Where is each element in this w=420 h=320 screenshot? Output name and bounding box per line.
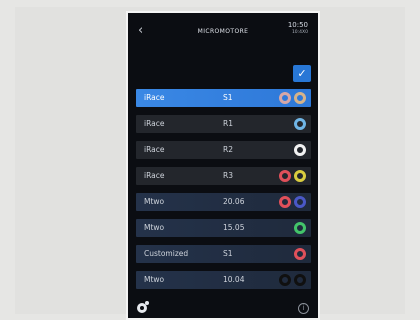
- ring-indicators: [279, 196, 306, 208]
- device-screen: ‹ MICROMOTORE 10:50 10:4X0 ✓ iRace S1 iRac…: [128, 13, 318, 318]
- list-item-value: R2: [223, 145, 233, 154]
- list-item-name: iRace: [144, 119, 165, 128]
- list-item-name: iRace: [144, 171, 165, 180]
- list-item[interactable]: iRace R1: [136, 115, 311, 133]
- list-item[interactable]: Mtwo 10.04: [136, 271, 311, 289]
- ring-icon: [294, 248, 306, 260]
- list-item-value: 10.04: [223, 275, 245, 284]
- list-item[interactable]: Mtwo 15.05: [136, 219, 311, 237]
- ring-indicators: [279, 170, 306, 182]
- list-item-name: Mtwo: [144, 275, 165, 284]
- list-item-name: Mtwo: [144, 223, 165, 232]
- ring-icon: [294, 118, 306, 130]
- list-item-value: R3: [223, 171, 233, 180]
- list-item-value: S1: [223, 93, 233, 102]
- ring-indicators: [279, 274, 306, 286]
- ring-indicators: [294, 222, 306, 234]
- list-item[interactable]: iRace R2: [136, 141, 311, 159]
- list-item[interactable]: Mtwo 20.06: [136, 193, 311, 211]
- ring-indicators: [294, 248, 306, 260]
- list-item-name: iRace: [144, 145, 165, 154]
- ring-indicators: [294, 118, 306, 130]
- header-bar: ‹ MICROMOTORE 10:50 10:4X0: [128, 13, 318, 51]
- ring-icon: [279, 170, 291, 182]
- ring-icon: [279, 274, 291, 286]
- ring-icon: [294, 222, 306, 234]
- list-item-name: Mtwo: [144, 197, 165, 206]
- list-item[interactable]: Customized S1: [136, 245, 311, 263]
- ring-icon: [279, 196, 291, 208]
- sequence-list: iRace S1 iRace R1 iRace R2 iRace R3 Mtwo 20.06 Mtw…: [136, 89, 311, 297]
- ring-icon: [294, 274, 306, 286]
- list-item-value: S1: [223, 249, 233, 258]
- gear-icon[interactable]: [137, 301, 149, 313]
- ring-indicators: [294, 144, 306, 156]
- confirm-button[interactable]: ✓: [293, 65, 311, 82]
- list-item[interactable]: iRace S1: [136, 89, 311, 107]
- list-item-value: R1: [223, 119, 233, 128]
- list-item[interactable]: iRace R3: [136, 167, 311, 185]
- info-icon[interactable]: i: [298, 303, 309, 314]
- clock-time: 10:50: [287, 21, 308, 29]
- list-item-name: Customized: [144, 249, 189, 258]
- ring-icon: [294, 196, 306, 208]
- list-item-name: iRace: [144, 93, 165, 102]
- ring-icon: [279, 92, 291, 104]
- clock: 10:50 10:4X0: [288, 21, 308, 37]
- ring-icon: [294, 92, 306, 104]
- ring-indicators: [279, 92, 306, 104]
- list-item-value: 20.06: [223, 197, 245, 206]
- ring-icon: [294, 170, 306, 182]
- ring-icon: [294, 144, 306, 156]
- list-item-value: 15.05: [223, 223, 245, 232]
- clock-subtext: 10:4X0: [291, 30, 308, 35]
